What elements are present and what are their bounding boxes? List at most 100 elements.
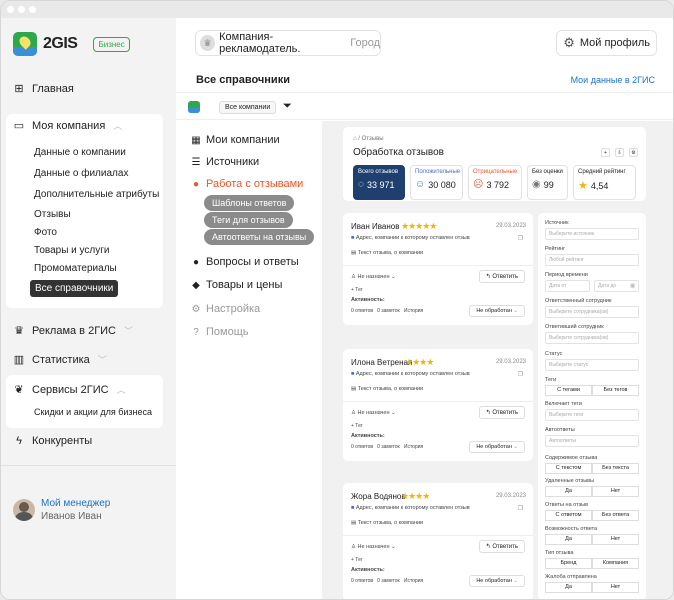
- copy-icon[interactable]: ❐: [518, 235, 523, 242]
- menu-item-help[interactable]: ? Помощь: [191, 326, 248, 338]
- sidebar-subitem[interactable]: Скидки и акции для бизнеса: [34, 407, 152, 417]
- main-area: ♛ Компания-рекламодатель. Город ⚙ Мой пр…: [176, 18, 673, 599]
- add-tag-button[interactable]: + Тег: [351, 557, 363, 563]
- answerer-select[interactable]: Выберите сотрудника(ов): [545, 332, 639, 344]
- source-select[interactable]: Выберите источник: [545, 228, 639, 240]
- menu-item-goods[interactable]: ◆ Товары и цены: [191, 279, 282, 291]
- gear-icon: ⚙: [191, 303, 201, 315]
- content-toggle[interactable]: С текстом Без текста: [545, 463, 639, 474]
- assignee-select[interactable]: ♙ Не назначен ⌄: [351, 410, 396, 416]
- company-selector[interactable]: ♛ Компания-рекламодатель. Город: [195, 30, 381, 56]
- menu-item-reviews[interactable]: ● Работа с отзывами: [191, 178, 303, 190]
- stat-positive[interactable]: Положительные ☺ 30 080: [410, 165, 463, 200]
- date-from-input[interactable]: Дата от: [545, 280, 590, 292]
- window-dot[interactable]: [7, 6, 14, 13]
- settings-icon[interactable]: ⚙: [629, 148, 638, 157]
- stat-average[interactable]: Средний рейтинг ★ 4,54: [573, 165, 636, 200]
- sidebar-item-ads[interactable]: ♛ Реклама в 2ГИС ﹀: [13, 324, 133, 337]
- toggle-option[interactable]: Бренд: [545, 558, 592, 569]
- activity-counts[interactable]: 0 ответов 0 заметок История: [351, 444, 423, 450]
- add-icon[interactable]: +: [601, 148, 610, 157]
- manager-card[interactable]: Мой менеджер Иванов Иван: [13, 498, 110, 522]
- activity-counts[interactable]: 0 ответов 0 заметок История: [351, 578, 423, 584]
- reply-button[interactable]: ↰ Ответить: [478, 270, 525, 283]
- toggle-option[interactable]: Нет: [592, 486, 639, 497]
- status-select[interactable]: Не обработан ⌄: [469, 575, 525, 587]
- manager-label[interactable]: Мой менеджер: [41, 498, 110, 509]
- sidebar-item-company[interactable]: ▭ Моя компания ︿: [13, 119, 123, 132]
- sidebar-subitem[interactable]: Отзывы: [34, 209, 71, 220]
- reply-label: Ответить: [492, 274, 518, 280]
- sidebar-subitem[interactable]: Промоматериалы: [34, 263, 117, 274]
- add-tag-button[interactable]: + Тег: [351, 423, 363, 429]
- my-company-panel: [6, 114, 163, 308]
- sidebar-item-home[interactable]: ⊞ Главная: [13, 83, 73, 95]
- logo[interactable]: 2GIS Бизнес: [13, 32, 130, 56]
- all-companies-chip[interactable]: Все компании: [219, 101, 277, 114]
- toggle-option[interactable]: Без ответа: [592, 510, 639, 521]
- export-icon[interactable]: ⇩: [615, 148, 624, 157]
- rating-select[interactable]: Любой рейтинг: [545, 254, 639, 266]
- assignee-select[interactable]: ♙ Не назначен ⌄: [351, 274, 396, 280]
- breadcrumb[interactable]: ⌂ / Отзывы: [353, 136, 384, 142]
- toggle-option[interactable]: Без текста: [592, 463, 639, 474]
- chevron-down-icon: ﹀: [124, 326, 134, 336]
- menu-item-qa[interactable]: ● Вопросы и ответы: [191, 256, 299, 268]
- toggle-option[interactable]: С текстом: [545, 463, 592, 474]
- type-toggle[interactable]: Бренд Компания: [545, 558, 639, 569]
- my-data-link[interactable]: Мои данные в 2ГИС: [571, 75, 655, 85]
- toggle-option[interactable]: Да: [545, 534, 592, 545]
- menu-item-settings[interactable]: ⚙ Настройка: [191, 303, 261, 315]
- possible-toggle[interactable]: Да Нет: [545, 534, 639, 545]
- complaint-toggle[interactable]: Да Нет: [545, 582, 639, 593]
- stat-negative[interactable]: Отрицательные ☹ 3 792: [468, 165, 522, 200]
- profile-button[interactable]: ⚙ Мой профиль: [556, 30, 657, 56]
- stat-total[interactable]: Всего отзывов ◌ 33 971: [353, 165, 405, 200]
- pill-autoreplies[interactable]: Автоответы на отзывы: [204, 229, 315, 245]
- filter-icon[interactable]: ⏷: [283, 100, 292, 113]
- reply-button[interactable]: ↰ Ответить: [478, 540, 525, 553]
- assignee-select[interactable]: ♙ Не назначен ⌄: [351, 544, 396, 550]
- sidebar-subitem[interactable]: Товары и услуги: [34, 245, 110, 256]
- pill-templates[interactable]: Шаблоны ответов: [204, 195, 295, 211]
- status-select[interactable]: Не обработан ⌄: [469, 441, 525, 453]
- toggle-option[interactable]: Нет: [592, 582, 639, 593]
- sidebar-item-competitors[interactable]: ϟ Конкуренты: [13, 435, 92, 447]
- 2gis-source-icon[interactable]: [188, 101, 200, 113]
- status-filter-select[interactable]: Выберите статус: [545, 359, 639, 371]
- toggle-option[interactable]: Да: [545, 582, 592, 593]
- chevron-down-icon: ⌄: [391, 544, 396, 550]
- toggle-option[interactable]: Нет: [592, 534, 639, 545]
- sidebar-subitem[interactable]: Данные о филиалах: [34, 168, 128, 179]
- sidebar-item-services[interactable]: ❦ Сервисы 2ГИС ︿: [13, 383, 125, 396]
- toggle-option[interactable]: С тегами: [545, 385, 592, 396]
- menu-item-my-companies[interactable]: ▦ Мои компании: [191, 134, 279, 146]
- sidebar-subitem[interactable]: Данные о компании: [34, 147, 126, 158]
- add-tag-button[interactable]: + Тег: [351, 287, 363, 293]
- include-tags-select[interactable]: Выберите теги: [545, 409, 639, 421]
- sidebar-subitem[interactable]: Фото: [34, 227, 57, 238]
- reply-button[interactable]: ↰ Ответить: [478, 406, 525, 419]
- activity-counts[interactable]: 0 ответов 0 заметок История: [351, 308, 423, 314]
- sidebar-subitem[interactable]: Дополнительные атрибуты: [34, 189, 159, 200]
- deleted-toggle[interactable]: Да Нет: [545, 486, 639, 497]
- autoreply-select[interactable]: Автоответы: [545, 435, 639, 447]
- sidebar-item-stats[interactable]: ▥ Статистика ﹀: [13, 353, 107, 366]
- sidebar-subitem-active[interactable]: Все справочники: [30, 280, 119, 297]
- copy-icon[interactable]: ❐: [518, 371, 523, 378]
- status-select[interactable]: Не обработан ⌄: [469, 305, 525, 317]
- window-dot[interactable]: [29, 6, 36, 13]
- menu-item-sources[interactable]: ☰ Источники: [191, 156, 260, 168]
- answers-toggle[interactable]: С ответом Без ответа: [545, 510, 639, 521]
- toggle-option[interactable]: С ответом: [545, 510, 592, 521]
- window-dot[interactable]: [18, 6, 25, 13]
- date-to-input[interactable]: Дата до ▦: [594, 280, 639, 292]
- copy-icon[interactable]: ❐: [518, 505, 523, 512]
- stat-unrated[interactable]: Без оценки ◉ 99: [527, 165, 568, 200]
- toggle-option[interactable]: Без тегов: [592, 385, 639, 396]
- toggle-option[interactable]: Да: [545, 486, 592, 497]
- toggle-option[interactable]: Компания: [592, 558, 639, 569]
- employee-select[interactable]: Выберите сотрудника(ов): [545, 306, 639, 318]
- pill-tags[interactable]: Теги для отзывов: [204, 212, 293, 228]
- tags-toggle[interactable]: С тегами Без тегов: [545, 385, 639, 396]
